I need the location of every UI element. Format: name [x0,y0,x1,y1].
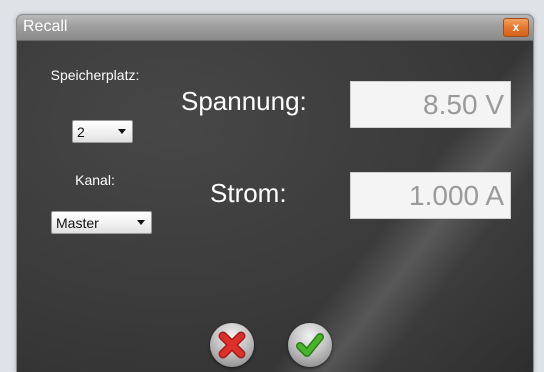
voltage-field[interactable]: 8.50 V [350,81,511,128]
close-button[interactable]: x [503,18,529,37]
slot-select[interactable]: 2 [72,120,133,143]
slot-select-value: 2 [77,124,85,140]
slot-label: Speicherplatz: [50,67,140,83]
title-bar[interactable]: Recall x [17,15,533,41]
cancel-x-icon [218,331,246,359]
channel-label: Kanal: [75,172,115,188]
channel-select-value: Master [56,215,99,231]
voltage-label: Spannung: [181,86,307,116]
dialog-body: Speicherplatz: 2 Kanal: Master Spannung:… [17,41,533,372]
chevron-down-icon [137,220,145,225]
close-icon: x [512,20,520,34]
confirm-check-icon [296,333,324,357]
channel-select[interactable]: Master [51,211,152,234]
recall-dialog: Recall x Speicherplatz: 2 Kanal: Master … [16,14,534,372]
window-title: Recall [23,18,68,35]
chevron-down-icon [118,129,126,134]
current-field[interactable]: 1.000 A [350,172,511,219]
cancel-button[interactable] [210,323,254,367]
confirm-button[interactable] [288,323,332,367]
current-label: Strom: [210,178,287,208]
